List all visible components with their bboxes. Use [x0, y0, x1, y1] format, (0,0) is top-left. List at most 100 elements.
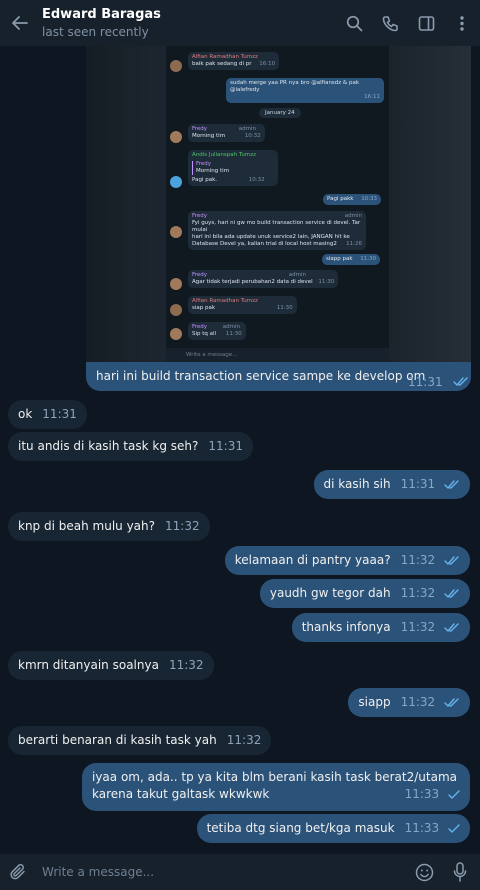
message-text: siapp pak [326, 256, 353, 262]
more-vertical-icon [460, 15, 464, 31]
outgoing-message[interactable]: tetiba dtg siang bet/kga masuk 11:33 [196, 814, 470, 843]
message-time: 11:31 [208, 439, 243, 453]
screenshot-message: Alfian Ramadhan Tumzz baik pak sedang di… [188, 52, 280, 70]
chat-title-area[interactable]: Edward Baragas last seen recently [42, 7, 336, 39]
message-text: itu andis di kasih task kg seh? [18, 439, 199, 453]
check-icon [448, 789, 460, 799]
microphone-icon [453, 862, 467, 882]
double-check-icon [444, 479, 459, 489]
screenshot-input: Write a message... [166, 348, 389, 362]
double-check-icon [444, 622, 459, 632]
screenshot-chat: Alfian Ramadhan Tumzz baik pak sedang di… [166, 46, 389, 362]
message-text: Fyi guys, hari ni gw mo build transactio… [192, 220, 361, 233]
message-text: yaudh gw tegor dah [269, 586, 391, 600]
message-time: 11:33 [404, 787, 440, 801]
message-time: 11:32 [400, 620, 436, 634]
incoming-message[interactable]: knp di beah mulu yah? 11:32 [8, 512, 210, 541]
emoji-button[interactable] [406, 854, 442, 890]
screenshot-message: Fredy admin Sip tq all 11:30 [188, 322, 246, 340]
message-time: 11:33 [404, 821, 440, 835]
double-check-icon [444, 588, 459, 598]
message-text: tetiba dtg siang bet/kga masuk [206, 821, 395, 835]
outgoing-message[interactable]: iyaa om, ada.. tp ya kita blm berani kas… [82, 763, 470, 811]
message-text: iyaa om, ada.. tp ya kita blm berani kas… [92, 770, 457, 784]
sidebar-toggle-button[interactable] [408, 5, 444, 41]
message-time: 11:32 [226, 733, 262, 747]
check-icon [448, 823, 460, 833]
message-text: thanks infonya [301, 620, 391, 634]
outgoing-message[interactable]: yaudh gw tegor dah 11:32 [259, 579, 470, 608]
outgoing-message[interactable]: siapp 11:32 [348, 688, 470, 717]
search-icon [346, 15, 362, 31]
message-time: 11:32 [400, 695, 436, 709]
more-options-button[interactable] [444, 5, 480, 41]
message-text: siap pak [192, 305, 216, 311]
chat-title: Edward Baragas [42, 7, 161, 22]
avatar [170, 60, 182, 72]
message-time: 11:30 [276, 305, 293, 311]
outgoing-message[interactable]: di kasih sih 11:31 [313, 470, 470, 499]
message-time: 11:31 [400, 477, 436, 491]
message-time: 11:32 [400, 586, 436, 600]
avatar [170, 226, 182, 238]
attached-screenshot[interactable]: Alfian Ramadhan Tumzz baik pak sedang di… [86, 46, 471, 362]
message-time: 16:11 [364, 94, 380, 100]
message-list[interactable]: Alfian Ramadhan Tumzz baik pak sedang di… [0, 46, 480, 854]
incoming-message[interactable]: ok 11:31 [8, 400, 87, 429]
last-seen-status: last seen recently [42, 25, 149, 39]
admin-badge: admin [238, 126, 257, 132]
message-text: Sip tq all [192, 331, 217, 337]
message-text: kmrn ditanyain soalnya [18, 658, 159, 672]
sidebar-icon [418, 15, 434, 31]
message-text: di kasih sih [323, 477, 391, 491]
message-text: ok [18, 407, 33, 421]
back-button[interactable] [2, 0, 38, 46]
admin-badge: admin [288, 272, 307, 278]
sender-name: Alfian Ramadhan Tumzz [192, 298, 258, 304]
message-text: Pagi pakk [327, 196, 354, 202]
call-button[interactable] [372, 5, 408, 41]
incoming-message[interactable]: kmrn ditanyain soalnya 11:32 [8, 651, 214, 680]
attach-button[interactable] [0, 854, 36, 890]
avatar [170, 176, 182, 188]
outgoing-message[interactable]: kelamaan di pantry yaaa? 11:32 [224, 546, 470, 575]
message-time: 11:32 [400, 553, 436, 567]
sender-name: Fredy [192, 126, 208, 132]
avatar [170, 278, 182, 290]
phone-icon [382, 15, 398, 31]
screenshot-message: Fredy admin Fyi guys, hari ni gw mo buil… [188, 211, 366, 250]
quote-sender: Fredy [196, 161, 212, 167]
message-text: Agar tidak terjadi perubahan2 data di de… [192, 279, 313, 285]
screenshot-message: Fredy admin Agar tidak terjadi perubahan… [188, 270, 339, 288]
message-time: 11:31 [408, 375, 443, 389]
message-text: hari ini bila ada update unuk service2 l… [192, 234, 350, 240]
chat-header: Edward Baragas last seen recently [0, 0, 480, 46]
paperclip-icon [10, 863, 25, 880]
sender-name: Fredy [192, 213, 208, 219]
image-message[interactable]: Alfian Ramadhan Tumzz baik pak sedang di… [86, 46, 471, 391]
voice-message-button[interactable] [442, 854, 478, 890]
message-text: kelamaan di pantry yaaa? [234, 553, 391, 567]
outgoing-message[interactable]: thanks infonya 11:32 [291, 613, 470, 642]
arrow-left-icon [12, 16, 28, 30]
message-time: 11:31 [42, 407, 77, 421]
incoming-message[interactable]: berarti benaran di kasih task yah 11:32 [8, 726, 272, 755]
incoming-message[interactable]: itu andis di kasih task kg seh? 11:31 [8, 432, 253, 461]
sender-name: Fredy [192, 272, 208, 278]
screenshot-message: Pagi pakk 10:33 [323, 194, 382, 205]
message-time: 10:32 [244, 133, 261, 139]
message-input[interactable]: Write a message... [42, 865, 406, 879]
smile-icon [415, 863, 433, 881]
search-button[interactable] [336, 5, 372, 41]
sender-name: Andis Julianspah Tumzz [192, 152, 257, 158]
double-check-icon [444, 697, 459, 707]
message-time: 10:32 [248, 177, 265, 183]
message-text: sudah merge yaa PR nya bro @alfiansdz & … [230, 80, 360, 93]
screenshot-blur-left [86, 46, 166, 362]
message-text: Morning tim [192, 133, 226, 139]
sender-name: Fredy [192, 324, 208, 330]
screenshot-message: Fredy admin Morning tim 10:32 [188, 124, 265, 142]
message-time: 11:26 [346, 241, 362, 247]
screenshot-message: Alfian Ramadhan Tumzz siap pak 11:30 [188, 296, 297, 314]
message-text: baik pak sedang di pr [192, 61, 252, 67]
